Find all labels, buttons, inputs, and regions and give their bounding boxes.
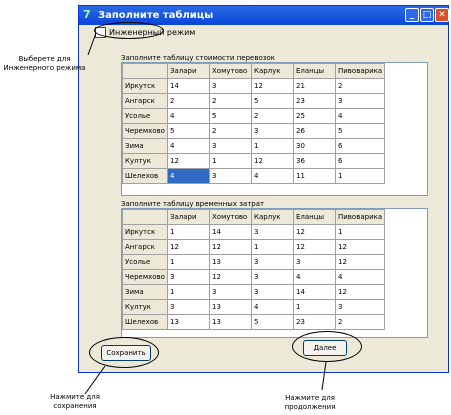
callout-lines [84,32,327,395]
